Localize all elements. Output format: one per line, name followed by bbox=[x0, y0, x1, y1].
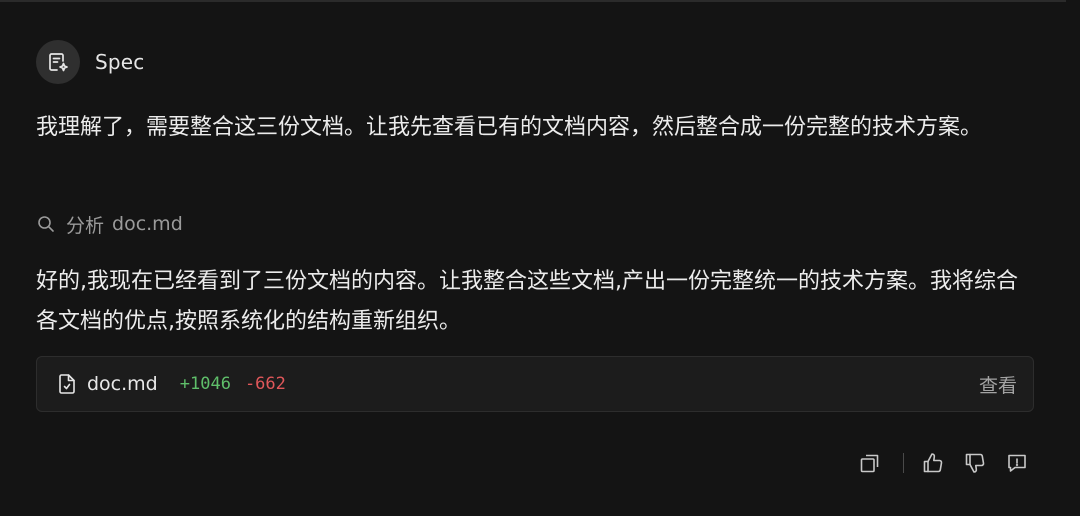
copy-button[interactable] bbox=[855, 448, 885, 478]
search-icon bbox=[38, 216, 54, 232]
view-button[interactable]: 查看 bbox=[979, 371, 1017, 398]
tool-call-action: 分析 bbox=[66, 214, 105, 237]
lines-removed-count: -662 bbox=[244, 374, 286, 394]
top-divider bbox=[0, 0, 1066, 2]
thumbs-up-icon bbox=[923, 453, 943, 473]
spec-document-sparkle-icon bbox=[49, 53, 68, 72]
copy-icon bbox=[860, 454, 879, 473]
actions-divider bbox=[903, 453, 904, 473]
file-edit-icon bbox=[59, 374, 75, 394]
file-change-card[interactable]: doc.md +1046 -662 查看 bbox=[36, 356, 1034, 412]
file-name: doc.md bbox=[87, 373, 158, 395]
report-button[interactable] bbox=[1002, 448, 1032, 478]
message-actions bbox=[855, 448, 1032, 478]
thumbs-down-icon bbox=[965, 453, 985, 473]
assistant-message: 好的,我现在已经看到了三份文档的内容。让我整合这些文档,产出一份完整统一的技术方… bbox=[36, 269, 1018, 334]
lines-added-count: +1046 bbox=[179, 374, 231, 394]
report-icon bbox=[1008, 454, 1026, 472]
tool-call-analyze[interactable]: 分析 doc.md bbox=[36, 209, 183, 239]
assistant-message: 我理解了，需要整合这三份文档。让我先查看已有的文档内容，然后整合成一份完整的技术… bbox=[36, 115, 983, 140]
agent-avatar bbox=[36, 40, 80, 84]
agent-name: Spec bbox=[95, 50, 145, 74]
agent-header: Spec bbox=[36, 40, 145, 84]
tool-call-target: doc.md bbox=[112, 213, 183, 235]
thumbs-up-button[interactable] bbox=[918, 448, 948, 478]
thumbs-down-button[interactable] bbox=[960, 448, 990, 478]
